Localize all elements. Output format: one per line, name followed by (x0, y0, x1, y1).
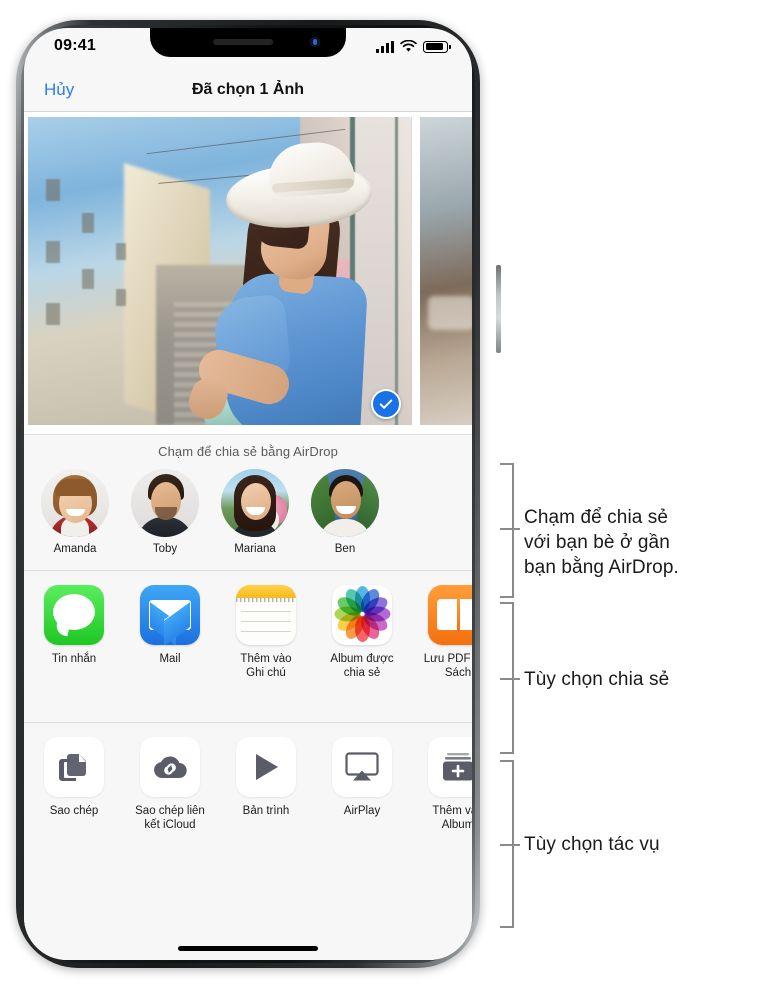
earpiece-speaker-icon (213, 39, 274, 45)
mail-icon (140, 585, 200, 645)
action-label: Sao chép liên kết iCloud (135, 805, 205, 832)
add-to-album-icon (428, 737, 472, 797)
callout-tick-actions (500, 844, 520, 846)
iphone-device-frame: 09:41 Hủy Đã chọn 1 Ảnh Chạm để chia sẻ … (16, 20, 501, 968)
cancel-button[interactable]: Hủy (44, 80, 74, 100)
share-app-notes[interactable]: Thêm vào Ghi chú (230, 585, 302, 680)
next-photo-thumbnail[interactable] (420, 117, 472, 425)
front-camera-icon (310, 37, 320, 47)
photo-subject-woman (176, 129, 396, 425)
icloud-link-icon (140, 737, 200, 797)
share-apps-section: Tin nhắn Mail Thêm vào Ghi chú Album đượ… (24, 570, 472, 722)
photos-icon (332, 585, 392, 645)
play-slideshow-icon (236, 737, 296, 797)
share-sheet-navbar: Hủy Đã chọn 1 Ảnh (24, 68, 472, 112)
books-icon (428, 585, 472, 645)
share-app-mail[interactable]: Mail (134, 585, 206, 680)
cellular-bars-icon (376, 40, 394, 53)
callout-bracket-actions (500, 760, 514, 928)
action-copy[interactable]: Sao chép (38, 737, 110, 832)
callout-bracket-airdrop (500, 463, 514, 598)
airdrop-contact-name: Mariana (234, 543, 276, 555)
avatar (131, 469, 199, 537)
status-indicators (376, 40, 451, 53)
airplay-icon (332, 737, 392, 797)
actions-section: Sao chép Sao chép liên kết iCloud Bản tr… (24, 722, 472, 960)
notes-icon (236, 585, 296, 645)
share-app-label: Mail (159, 653, 181, 665)
action-copy-icloud-link[interactable]: Sao chép liên kết iCloud (134, 737, 206, 832)
action-label: Bản trình (242, 805, 290, 817)
photo-preview-strip[interactable] (24, 112, 472, 434)
action-airplay[interactable]: AirPlay (326, 737, 398, 832)
action-add-to-album[interactable]: Thêm vào Album (422, 737, 472, 832)
display-notch (150, 28, 346, 57)
share-apps-row[interactable]: Tin nhắn Mail Thêm vào Ghi chú Album đượ… (24, 571, 472, 680)
airdrop-section: Chạm để chia sẻ bằng AirDrop Amanda Toby… (24, 434, 472, 570)
airdrop-contact-amanda[interactable]: Amanda (40, 469, 110, 555)
share-app-messages[interactable]: Tin nhắn (38, 585, 110, 680)
callout-text-share-options: Tùy chọn chia sẻ (524, 669, 670, 690)
airdrop-contact-name: Toby (152, 543, 178, 555)
airdrop-contact-ben[interactable]: Ben (310, 469, 380, 555)
status-time: 09:41 (54, 37, 96, 54)
avatar (221, 469, 289, 537)
action-label: Thêm vào Album (432, 805, 472, 832)
airdrop-hint-text: Chạm để chia sẻ bằng AirDrop (158, 444, 338, 459)
actions-row[interactable]: Sao chép Sao chép liên kết iCloud Bản tr… (24, 723, 472, 832)
airdrop-contact-mariana[interactable]: Mariana (220, 469, 290, 555)
selected-photo-thumbnail[interactable] (28, 117, 412, 425)
action-slideshow[interactable]: Bản trình (230, 737, 302, 832)
action-label: Sao chép (49, 805, 99, 817)
share-sheet: Chạm để chia sẻ bằng AirDrop Amanda Toby… (24, 112, 472, 960)
checkmark-circle-icon[interactable] (371, 389, 401, 419)
airdrop-contact-name: Amanda (53, 543, 97, 555)
wifi-icon (400, 40, 417, 52)
airdrop-contact-name: Ben (334, 543, 356, 555)
airdrop-contact-toby[interactable]: Toby (130, 469, 200, 555)
callout-tick-airdrop (500, 528, 520, 530)
share-app-books[interactable]: Lưu PDF vào Sách (422, 585, 472, 680)
callout-bracket-share-options (500, 602, 514, 754)
callout-text-airdrop: Chạm để chia sẻ với bạn bè ở gần bạn bằn… (524, 507, 679, 579)
phone-screen: 09:41 Hủy Đã chọn 1 Ảnh Chạm để chia sẻ … (24, 28, 472, 960)
share-app-label: Lưu PDF vào Sách (423, 653, 472, 680)
photo-image (28, 117, 412, 425)
airdrop-contacts-row[interactable]: Amanda Toby Mariana Ben (24, 459, 472, 555)
share-app-label: Tin nhắn (51, 653, 97, 665)
callout-text-actions: Tùy chọn tác vụ (524, 834, 660, 855)
avatar (41, 469, 109, 537)
screenshot-root: 09:41 Hủy Đã chọn 1 Ảnh Chạm để chia sẻ … (0, 0, 769, 988)
home-indicator[interactable] (178, 946, 318, 951)
power-button[interactable] (496, 265, 501, 353)
avatar (311, 469, 379, 537)
share-app-label: Thêm vào Ghi chú (240, 653, 292, 680)
action-label: AirPlay (343, 805, 381, 817)
battery-icon (423, 40, 451, 53)
share-app-shared-album[interactable]: Album được chia sẻ (326, 585, 398, 680)
callout-tick-share-options (500, 678, 520, 680)
copy-icon (44, 737, 104, 797)
share-app-label: Album được chia sẻ (330, 653, 394, 680)
messages-icon (44, 585, 104, 645)
share-sheet-title: Đã chọn 1 Ảnh (191, 80, 304, 98)
